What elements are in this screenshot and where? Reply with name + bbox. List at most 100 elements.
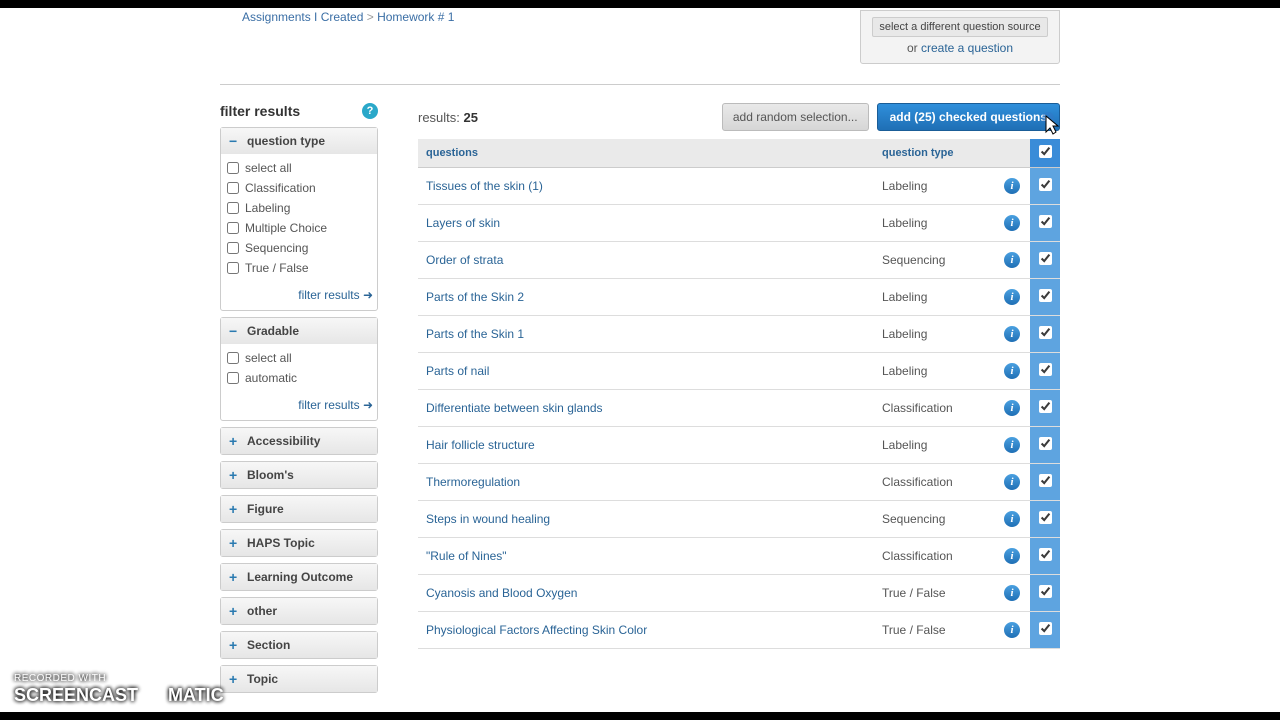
add-checked-button[interactable]: add (25) checked questions xyxy=(877,103,1060,131)
question-link[interactable]: Thermoregulation xyxy=(426,475,520,489)
info-icon[interactable]: i xyxy=(1004,548,1020,564)
info-icon[interactable]: i xyxy=(1004,178,1020,194)
panel-header[interactable]: +Bloom's xyxy=(221,462,377,488)
table-row: Differentiate between skin glands Classi… xyxy=(418,390,1060,427)
filter-results-link-qtype[interactable]: filter results ➜ xyxy=(298,288,373,302)
filter-checkbox[interactable] xyxy=(227,202,239,214)
question-type: Labeling xyxy=(874,353,994,390)
info-icon[interactable]: i xyxy=(1004,215,1020,231)
question-link[interactable]: Hair follicle structure xyxy=(426,438,535,452)
row-checkbox[interactable] xyxy=(1039,178,1052,191)
filter-label: automatic xyxy=(245,371,297,385)
filter-checkbox[interactable] xyxy=(227,222,239,234)
question-link[interactable]: Order of strata xyxy=(426,253,503,267)
question-type: Classification xyxy=(874,464,994,501)
question-link[interactable]: Tissues of the skin (1) xyxy=(426,179,543,193)
filter-checkbox[interactable] xyxy=(227,162,239,174)
info-icon[interactable]: i xyxy=(1004,585,1020,601)
filter-option[interactable]: automatic xyxy=(227,368,371,388)
breadcrumb-link-assignments[interactable]: Assignments I Created xyxy=(242,10,363,24)
panel-collapsed: +Section xyxy=(220,631,378,659)
table-row: Cyanosis and Blood Oxygen True / False i xyxy=(418,575,1060,612)
filter-option[interactable]: Sequencing xyxy=(227,238,371,258)
row-checkbox[interactable] xyxy=(1039,585,1052,598)
filter-results-link-gradable[interactable]: filter results ➜ xyxy=(298,398,373,412)
panel-question-type: − question type select all Classification… xyxy=(220,127,378,311)
create-question-link[interactable]: create a question xyxy=(921,41,1013,55)
info-icon[interactable]: i xyxy=(1004,400,1020,416)
question-link[interactable]: "Rule of Nines" xyxy=(426,549,507,563)
info-icon[interactable]: i xyxy=(1004,289,1020,305)
filter-option[interactable]: Multiple Choice xyxy=(227,218,371,238)
filter-checkbox[interactable] xyxy=(227,352,239,364)
breadcrumb-separator: > xyxy=(367,10,377,24)
row-checkbox[interactable] xyxy=(1039,622,1052,635)
question-link[interactable]: Parts of nail xyxy=(426,364,489,378)
filter-checkbox[interactable] xyxy=(227,262,239,274)
filter-option[interactable]: Labeling xyxy=(227,198,371,218)
panel-header-gradable[interactable]: − Gradable xyxy=(221,318,377,344)
question-link[interactable]: Differentiate between skin glands xyxy=(426,401,603,415)
info-icon[interactable]: i xyxy=(1004,252,1020,268)
panel-header[interactable]: +Topic xyxy=(221,666,377,692)
select-source-button[interactable]: select a different question source xyxy=(872,17,1047,37)
filter-label: Sequencing xyxy=(245,241,308,255)
col-header-type[interactable]: question type xyxy=(874,139,994,168)
question-link[interactable]: Layers of skin xyxy=(426,216,500,230)
panel-header[interactable]: +other xyxy=(221,598,377,624)
row-checkbox[interactable] xyxy=(1039,252,1052,265)
panel-title: Learning Outcome xyxy=(247,570,353,584)
filter-results-heading: filter results ? xyxy=(220,103,378,119)
info-icon[interactable]: i xyxy=(1004,622,1020,638)
question-link[interactable]: Physiological Factors Affecting Skin Col… xyxy=(426,623,647,637)
panel-header[interactable]: +Accessibility xyxy=(221,428,377,454)
filter-label: select all xyxy=(245,161,292,175)
filter-option[interactable]: select all xyxy=(227,158,371,178)
row-checkbox[interactable] xyxy=(1039,326,1052,339)
col-header-check[interactable] xyxy=(1030,139,1060,168)
breadcrumb-link-homework[interactable]: Homework # 1 xyxy=(377,10,454,24)
results-count: results: 25 xyxy=(418,110,478,125)
question-type: Labeling xyxy=(874,168,994,205)
info-icon[interactable]: i xyxy=(1004,326,1020,342)
filter-label: True / False xyxy=(245,261,309,275)
table-row: "Rule of Nines" Classification i xyxy=(418,538,1060,575)
panel-title: Accessibility xyxy=(247,434,320,448)
questions-table: questions question type Tissues of the s… xyxy=(418,139,1060,649)
question-link[interactable]: Steps in wound healing xyxy=(426,512,550,526)
panel-header[interactable]: +HAPS Topic xyxy=(221,530,377,556)
question-link[interactable]: Cyanosis and Blood Oxygen xyxy=(426,586,577,600)
filter-option[interactable]: Classification xyxy=(227,178,371,198)
help-icon[interactable]: ? xyxy=(362,103,378,119)
row-checkbox[interactable] xyxy=(1039,363,1052,376)
panel-header-question-type[interactable]: − question type xyxy=(221,128,377,154)
filter-checkbox[interactable] xyxy=(227,372,239,384)
panel-collapsed: +Learning Outcome xyxy=(220,563,378,591)
info-icon[interactable]: i xyxy=(1004,437,1020,453)
info-icon[interactable]: i xyxy=(1004,511,1020,527)
info-icon[interactable]: i xyxy=(1004,363,1020,379)
question-type: Classification xyxy=(874,538,994,575)
row-checkbox[interactable] xyxy=(1039,215,1052,228)
info-icon[interactable]: i xyxy=(1004,474,1020,490)
select-all-checkbox[interactable] xyxy=(1039,145,1052,158)
panel-header[interactable]: +Learning Outcome xyxy=(221,564,377,590)
filter-checkbox[interactable] xyxy=(227,242,239,254)
panel-header[interactable]: +Figure xyxy=(221,496,377,522)
add-random-button[interactable]: add random selection... xyxy=(722,103,869,131)
row-checkbox[interactable] xyxy=(1039,511,1052,524)
question-type: Sequencing xyxy=(874,242,994,279)
question-link[interactable]: Parts of the Skin 1 xyxy=(426,327,524,341)
question-link[interactable]: Parts of the Skin 2 xyxy=(426,290,524,304)
row-checkbox[interactable] xyxy=(1039,400,1052,413)
row-checkbox[interactable] xyxy=(1039,474,1052,487)
row-checkbox[interactable] xyxy=(1039,289,1052,302)
filter-checkbox[interactable] xyxy=(227,182,239,194)
filter-option[interactable]: True / False xyxy=(227,258,371,278)
panel-header[interactable]: +Section xyxy=(221,632,377,658)
filter-option[interactable]: select all xyxy=(227,348,371,368)
col-header-questions[interactable]: questions xyxy=(418,139,874,168)
row-checkbox[interactable] xyxy=(1039,548,1052,561)
collapse-icon: − xyxy=(229,133,241,149)
row-checkbox[interactable] xyxy=(1039,437,1052,450)
